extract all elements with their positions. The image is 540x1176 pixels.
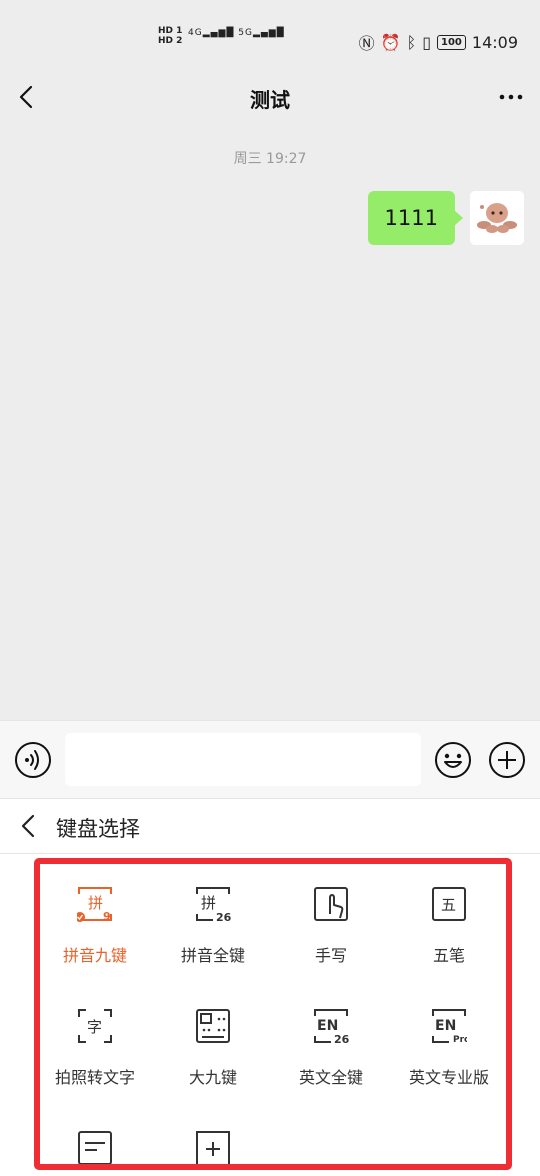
svg-text:五: 五 bbox=[441, 896, 456, 914]
signal-indicators: 4G▂▄▆█ 5G▂▄▆█ bbox=[188, 28, 285, 38]
pinyin-9-icon: 拼 9 bbox=[77, 887, 112, 922]
clock: 14:09 bbox=[471, 32, 518, 52]
svg-text:EN: EN bbox=[317, 1018, 338, 1034]
keyboard-option-pinyin-26[interactable]: 拼 26 拼音全键 bbox=[154, 870, 272, 970]
handwriting-icon bbox=[314, 887, 348, 921]
message-bubble[interactable]: 1111 bbox=[367, 191, 455, 245]
add-keyboard-icon bbox=[196, 1131, 230, 1164]
signal2-label: 5G bbox=[238, 28, 253, 38]
more-icon[interactable] bbox=[496, 82, 526, 112]
chat-title: 测试 bbox=[250, 88, 290, 112]
panel-back-icon[interactable] bbox=[16, 811, 42, 841]
svg-text:26: 26 bbox=[334, 1033, 349, 1044]
chat-header: 测试 bbox=[0, 68, 540, 128]
svg-text:Pro: Pro bbox=[453, 1035, 467, 1044]
bubble-tail bbox=[454, 210, 463, 226]
svg-text:拼: 拼 bbox=[201, 894, 216, 912]
wubi-icon: 五 bbox=[432, 887, 466, 921]
nfc-icon: Ⓝ bbox=[358, 34, 375, 53]
svg-text:9: 9 bbox=[103, 910, 111, 922]
keyboard-label: 五笔 bbox=[432, 946, 465, 965]
pinyin-26-icon: 拼 26 bbox=[196, 887, 231, 922]
keyboard-label: 拍照转文字 bbox=[54, 1068, 135, 1087]
input-bar bbox=[0, 720, 540, 799]
keyboard-option-handwriting[interactable]: 手写 bbox=[272, 870, 390, 970]
signal1-label: 4G bbox=[188, 28, 203, 38]
sim-indicators: HD 1 HD 2 bbox=[158, 26, 182, 46]
keyboard-label: 手写 bbox=[314, 946, 347, 965]
svg-text:字: 字 bbox=[87, 1018, 102, 1036]
keyboard-option-wubi[interactable]: 五 五笔 bbox=[390, 870, 508, 970]
keyboard-option-english-26[interactable]: EN 26 英文全键 bbox=[272, 992, 390, 1092]
alarm-icon: ⏰ bbox=[380, 32, 401, 52]
svg-text:EN: EN bbox=[435, 1018, 456, 1034]
sim1-label: HD 1 bbox=[158, 26, 183, 36]
keyboard-label: 英文专业版 bbox=[408, 1068, 489, 1087]
vibrate-icon: ▯ bbox=[422, 32, 432, 52]
panel-title: 键盘选择 bbox=[56, 817, 140, 841]
keyboard-grid: 拼 9 拼音九键 拼 26 拼音全键 手写 五 五笔 字 拍照转文字 大九键 E… bbox=[36, 870, 510, 1175]
keyboard-option-big-9[interactable]: 大九键 bbox=[154, 992, 272, 1092]
keyboard-option-photo-to-text[interactable]: 字 拍照转文字 bbox=[36, 992, 154, 1092]
english-pro-icon: EN Pro bbox=[432, 1009, 467, 1044]
keyboard-label: 拼音全键 bbox=[180, 946, 245, 965]
keyboard-label: 大九键 bbox=[188, 1068, 237, 1087]
battery-icon: 100 bbox=[437, 34, 466, 50]
emoji-icon[interactable] bbox=[434, 741, 472, 779]
keyboard-label: 英文全键 bbox=[298, 1068, 363, 1087]
keyboard-option-english-pro[interactable]: EN Pro 英文专业版 bbox=[390, 992, 508, 1092]
svg-text:拼: 拼 bbox=[88, 894, 103, 912]
message-input[interactable] bbox=[65, 733, 421, 786]
avatar[interactable] bbox=[470, 191, 524, 245]
message-timestamp: 周三 19:27 bbox=[233, 151, 307, 167]
photo-to-text-icon: 字 bbox=[78, 1009, 112, 1043]
status-icons: Ⓝ ⏰ ᛒ ▯ 100 14:09 bbox=[359, 30, 518, 54]
keyboard-option-add[interactable] bbox=[154, 1114, 272, 1175]
panel-header: 键盘选择 bbox=[0, 799, 540, 854]
keyboard-option-pinyin-9[interactable]: 拼 9 拼音九键 bbox=[36, 870, 154, 970]
keyboard-option-text-box[interactable] bbox=[36, 1114, 154, 1175]
octopus-avatar-icon bbox=[470, 191, 524, 245]
sim2-label: HD 2 bbox=[158, 36, 183, 46]
text-box-icon bbox=[78, 1131, 112, 1165]
voice-icon[interactable] bbox=[14, 741, 52, 779]
keyboard-label: 拼音九键 bbox=[62, 946, 127, 965]
big-9-icon bbox=[196, 1009, 230, 1043]
plus-icon[interactable] bbox=[488, 741, 526, 779]
bluetooth-icon: ᛒ bbox=[406, 32, 417, 52]
svg-text:26: 26 bbox=[216, 911, 231, 922]
english-26-icon: EN 26 bbox=[314, 1009, 349, 1044]
